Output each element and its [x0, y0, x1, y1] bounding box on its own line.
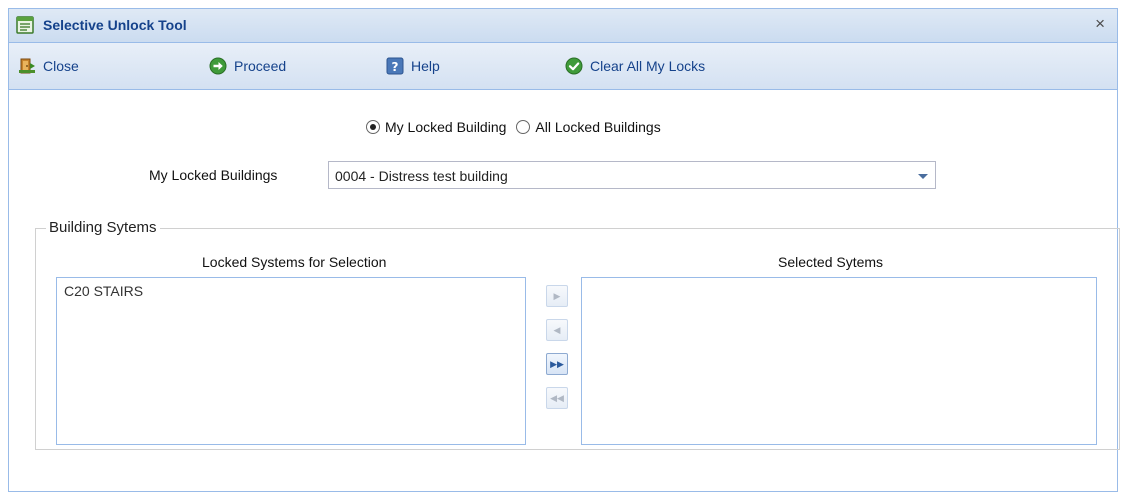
- clear-locks-label: Clear All My Locks: [590, 58, 706, 74]
- building-select[interactable]: 0004 - Distress test building: [328, 161, 936, 189]
- toolbar: Close Proceed ? Help Clear All My Locks: [9, 43, 1117, 90]
- arrow-left-icon: ◀: [553, 324, 561, 335]
- close-button[interactable]: Close: [18, 55, 79, 77]
- proceed-button[interactable]: Proceed: [209, 55, 286, 77]
- double-arrow-left-icon: ◀◀: [550, 392, 564, 403]
- list-item[interactable]: C20 STAIRS: [57, 278, 525, 299]
- my-locked-building-radio[interactable]: [366, 120, 380, 134]
- building-combo-label: My Locked Buildings: [149, 167, 278, 183]
- selected-systems-header: Selected Sytems: [778, 254, 884, 270]
- title-bar: Selective Unlock Tool ×: [9, 9, 1117, 43]
- radio-selected-dot: [370, 124, 376, 130]
- move-right-button[interactable]: ▶: [546, 285, 568, 307]
- move-all-left-button[interactable]: ◀◀: [546, 387, 568, 409]
- building-select-value: 0004 - Distress test building: [335, 168, 508, 184]
- question-icon: ?: [386, 57, 404, 75]
- available-systems-list[interactable]: C20 STAIRS: [56, 277, 526, 445]
- available-systems-header: Locked Systems for Selection: [202, 254, 387, 270]
- form-icon: [16, 16, 34, 34]
- building-filter-radios: My Locked Building All Locked Buildings: [366, 119, 671, 135]
- close-label: Close: [43, 58, 79, 74]
- move-all-right-button[interactable]: ▶▶: [546, 353, 568, 375]
- double-arrow-right-icon: ▶▶: [550, 358, 564, 369]
- arrow-right-circle-icon: [209, 57, 227, 75]
- chevron-down-icon[interactable]: [918, 174, 928, 179]
- proceed-label: Proceed: [234, 58, 287, 74]
- check-circle-icon: [565, 57, 583, 75]
- svg-text:?: ?: [392, 60, 399, 74]
- arrow-right-icon: ▶: [553, 290, 561, 301]
- clear-locks-button[interactable]: Clear All My Locks: [565, 55, 705, 77]
- all-locked-buildings-radio[interactable]: [516, 120, 531, 134]
- selected-systems-list[interactable]: [581, 277, 1097, 445]
- close-icon[interactable]: ×: [1095, 14, 1105, 34]
- move-left-button[interactable]: ◀: [546, 319, 568, 341]
- building-systems-fieldset: Building Sytems Locked Systems for Selec…: [35, 219, 1120, 450]
- my-locked-building-label[interactable]: My Locked Building: [385, 119, 506, 135]
- help-label: Help: [411, 58, 440, 74]
- all-locked-buildings-label[interactable]: All Locked Buildings: [535, 119, 660, 135]
- selective-unlock-dialog: Selective Unlock Tool × Close Proceed ? …: [8, 8, 1120, 492]
- fieldset-legend: Building Sytems: [46, 219, 160, 236]
- help-button[interactable]: ? Help: [386, 55, 440, 77]
- exit-door-icon: [19, 58, 35, 74]
- window-title: Selective Unlock Tool: [43, 17, 187, 33]
